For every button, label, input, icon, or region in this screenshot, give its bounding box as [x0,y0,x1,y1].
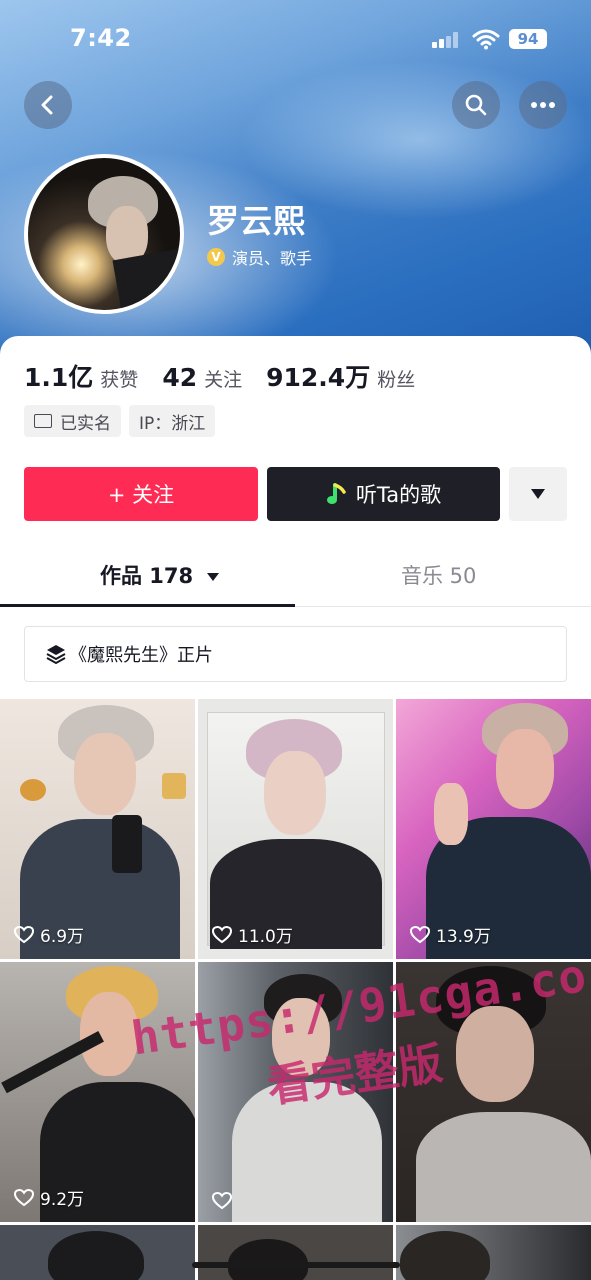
caret-down-icon [531,489,545,499]
content-tabs: 作品 178 音乐 50 [0,548,591,608]
video-thumbnail[interactable] [198,1225,393,1280]
profile-tags: 已实名 IP：浙江 [24,405,216,437]
stats-row: 1.1亿 获赞 42 关注 912.4万 粉丝 [24,358,439,394]
video-thumbnail[interactable] [396,1225,591,1280]
avatar[interactable] [24,154,184,314]
verification-info[interactable]: V 演员、歌手 [207,245,312,269]
recommend-dropdown-button[interactable] [509,467,567,521]
video-thumbnail[interactable]: 13.9万 [396,699,591,959]
video-thumbnail[interactable]: 11.0万 [198,699,393,959]
more-options-button[interactable] [519,81,567,129]
real-name-text: 已实名 [60,413,111,434]
tab-music-label: 音乐 50 [401,564,477,588]
profile-name: 罗云熙 [207,202,307,240]
following-count[interactable]: 42 [162,363,197,392]
battery-icon: 94 [509,29,547,49]
cellular-signal-icon [432,32,460,48]
status-bar: 7:42 94 [0,0,591,76]
wifi-icon [472,29,500,50]
likes-label: 获赞 [100,369,139,391]
ip-location-tag: IP：浙江 [129,405,216,437]
heart-icon [410,925,430,943]
tab-music[interactable]: 音乐 50 [401,560,476,590]
video-likes: 13.9万 [410,922,491,947]
back-button[interactable] [24,81,72,129]
likes-count-text: 13.9万 [436,927,491,947]
active-tab-indicator [0,604,295,607]
home-indicator[interactable] [192,1262,400,1268]
tab-works-label: 作品 178 [100,564,194,588]
likes-count-text: 11.0万 [238,927,293,947]
search-button[interactable] [452,81,500,129]
followers-count[interactable]: 912.4万 [266,358,370,394]
caret-down-icon [207,573,220,581]
heart-icon [212,925,232,943]
likes-count-text: 9.2万 [40,1190,85,1210]
layers-icon [46,645,66,664]
ellipsis-icon [531,102,555,108]
v-badge-icon: V [207,248,225,266]
listen-songs-label: 听Ta的歌 [355,483,442,507]
heart-icon [14,925,34,943]
search-icon [465,94,487,116]
status-time: 7:42 [70,24,132,52]
video-thumbnail[interactable]: 6.9万 [0,699,195,959]
chevron-left-icon [41,95,53,115]
listen-songs-button[interactable]: 听Ta的歌 [267,467,500,521]
collection-label: 《魔熙先生》正片 [69,645,213,666]
following-label: 关注 [204,369,243,391]
real-name-tag[interactable]: 已实名 [24,405,121,437]
video-likes [212,1192,238,1210]
likes-count[interactable]: 1.1亿 [24,358,93,394]
video-thumbnail[interactable] [0,1225,195,1280]
followers-label: 粉丝 [377,369,416,391]
follow-label: + 关注 [107,483,175,507]
heart-icon [212,1192,232,1210]
ip-location-text: IP：浙江 [139,413,206,434]
music-note-icon [326,483,346,504]
heart-icon [14,1188,34,1206]
collection-entry[interactable]: 《魔熙先生》正片 [24,626,567,682]
tab-works[interactable]: 作品 178 [100,560,220,590]
follow-button[interactable]: + 关注 [24,467,258,521]
id-card-icon [34,414,52,428]
video-likes: 9.2万 [14,1185,84,1210]
verification-text: 演员、歌手 [232,249,313,268]
video-likes: 11.0万 [212,922,293,947]
video-likes: 6.9万 [14,922,84,947]
likes-count-text: 6.9万 [40,927,85,947]
